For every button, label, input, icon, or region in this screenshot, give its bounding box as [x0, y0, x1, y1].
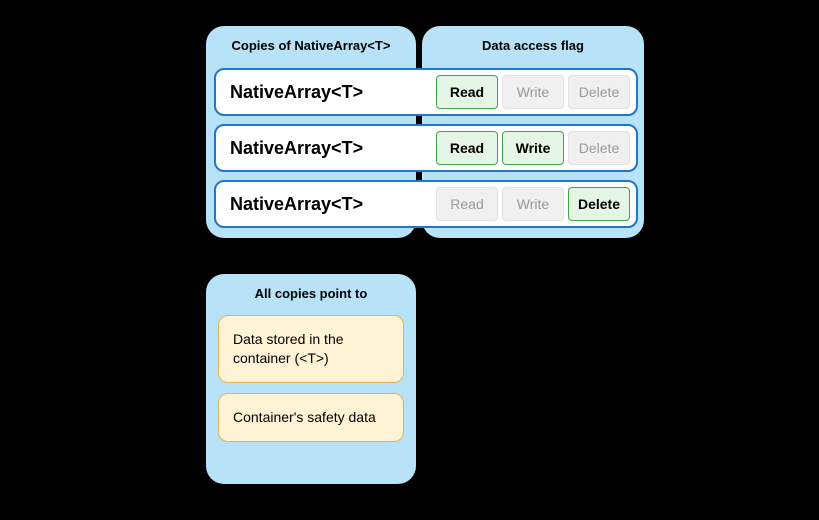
flag-read: Read — [436, 187, 498, 221]
flag-read: Read — [436, 75, 498, 109]
flag-group: Read Write Delete — [426, 131, 636, 165]
panel-copies-title: Copies of NativeArray<T> — [206, 26, 416, 63]
target-safety-data: Container's safety data — [218, 393, 404, 442]
panel-point-title: All copies point to — [206, 274, 416, 315]
flag-read: Read — [436, 131, 498, 165]
panel-flags-title: Data access flag — [422, 26, 644, 63]
native-array-label: NativeArray<T> — [216, 82, 426, 103]
flag-delete: Delete — [568, 187, 630, 221]
flag-delete: Delete — [568, 75, 630, 109]
native-array-row: NativeArray<T> Read Write Delete — [214, 124, 638, 172]
native-array-row: NativeArray<T> Read Write Delete — [214, 68, 638, 116]
native-array-label: NativeArray<T> — [216, 194, 426, 215]
panel-point-to: All copies point to Data stored in the c… — [206, 274, 416, 484]
flag-group: Read Write Delete — [426, 75, 636, 109]
flag-write: Write — [502, 75, 564, 109]
native-array-label: NativeArray<T> — [216, 138, 426, 159]
native-array-row: NativeArray<T> Read Write Delete — [214, 180, 638, 228]
flag-group: Read Write Delete — [426, 187, 636, 221]
flag-write: Write — [502, 131, 564, 165]
flag-delete: Delete — [568, 131, 630, 165]
target-data-container: Data stored in the container (<T>) — [218, 315, 404, 383]
flag-write: Write — [502, 187, 564, 221]
